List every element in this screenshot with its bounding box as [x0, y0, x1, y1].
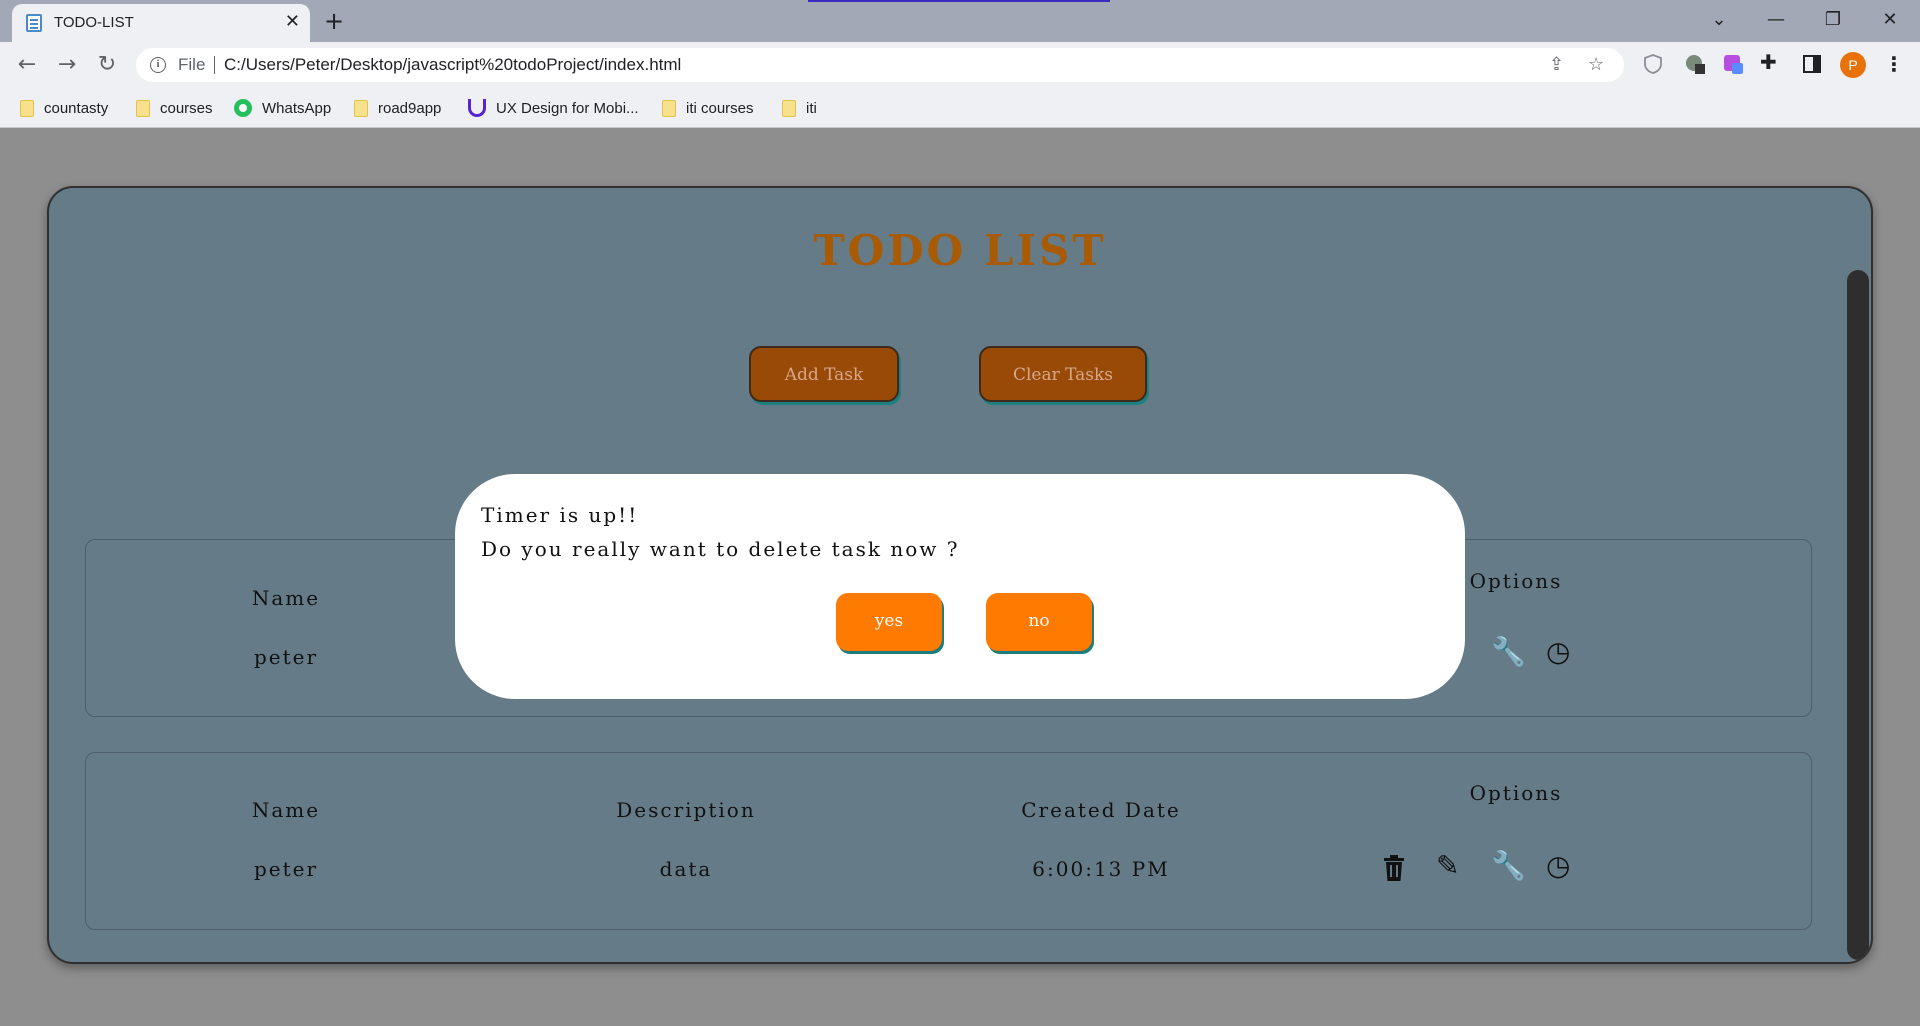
whatsapp-icon [234, 99, 252, 117]
name-header: Name [251, 586, 321, 610]
name-header: Name [251, 798, 321, 822]
options-header: Options [1469, 781, 1563, 805]
timer-clock-icon[interactable]: ◷ [1546, 637, 1570, 667]
bookmark-label: road9app [378, 99, 442, 117]
page-favicon-icon [26, 14, 42, 32]
bookmark-label: UX Design for Mobi... [496, 99, 639, 117]
modal-message-question: Do you really want to delete task now ? [481, 537, 960, 561]
tab-search-button[interactable]: ⌄ [1701, 6, 1737, 34]
created-date-header: Created Date [1021, 798, 1181, 822]
address-bar[interactable]: i File C:/Users/Peter/Desktop/javascript… [136, 48, 1624, 82]
udemy-icon [468, 99, 486, 117]
browser-tabbar: TODO-LIST ✕ + ⌄ — ❐ ✕ [0, 0, 1920, 42]
clear-tasks-button[interactable]: Clear Tasks [979, 346, 1147, 402]
wrench-icon[interactable]: 🔧 [1491, 637, 1526, 667]
tabbar-accent-line [808, 0, 1110, 2]
bookmark-iti-courses[interactable]: iti courses [662, 96, 754, 120]
bookmark-ux-design[interactable]: UX Design for Mobi... [468, 96, 639, 120]
task-name: peter [253, 857, 319, 881]
bookmark-countasty[interactable]: countasty [20, 96, 108, 120]
share-icon[interactable]: ⇪ [1549, 54, 1564, 76]
new-tab-button[interactable]: + [324, 6, 344, 36]
bookmark-label: iti [806, 99, 817, 117]
edit-icon[interactable]: ✎ [1436, 851, 1459, 881]
modal-message-timer: Timer is up!! [481, 503, 639, 527]
wrench-icon[interactable]: 🔧 [1491, 851, 1526, 881]
bookmark-iti[interactable]: iti [782, 96, 817, 120]
site-info-icon[interactable]: i [150, 57, 166, 73]
folder-icon [354, 99, 368, 117]
restore-button[interactable]: ❐ [1815, 6, 1851, 34]
bookmark-label: WhatsApp [262, 99, 332, 117]
app-title: TODO LIST [813, 226, 1107, 275]
task-row: Name Description Created Date Options pe… [85, 752, 1812, 930]
task-created-date: 6:00:13 PM [1032, 857, 1170, 881]
bookmark-courses[interactable]: courses [136, 96, 213, 120]
description-header: Description [616, 798, 756, 822]
delete-confirm-modal: Timer is up!! Do you really want to dele… [455, 474, 1465, 699]
bookmark-whatsapp[interactable]: WhatsApp [234, 96, 331, 120]
timer-clock-icon[interactable]: ◷ [1546, 851, 1570, 881]
folder-icon [662, 99, 676, 117]
url-text[interactable]: C:/Users/Peter/Desktop/javascript%20todo… [224, 55, 681, 75]
extensions-puzzle-icon[interactable]: ✚ [1760, 51, 1777, 73]
folder-icon [782, 99, 796, 117]
folder-icon [136, 99, 150, 117]
yes-button[interactable]: yes [836, 593, 942, 651]
scrollbar-thumb[interactable] [1847, 270, 1869, 960]
browser-tab[interactable]: TODO-LIST ✕ [12, 4, 310, 42]
page-viewport: TODO LIST Add Task Clear Tasks Name pete… [0, 129, 1920, 1026]
task-name: peter [253, 645, 319, 669]
shield-extension-icon[interactable] [1642, 53, 1664, 75]
bookmark-road9app[interactable]: road9app [354, 96, 441, 120]
profile-avatar[interactable]: P [1840, 52, 1866, 78]
bookmark-label: countasty [44, 99, 109, 117]
trash-icon[interactable] [1382, 854, 1406, 882]
minimize-button[interactable]: — [1758, 6, 1794, 34]
bookmarks-bar: countasty courses WhatsApp road9app UX D… [0, 88, 1920, 128]
browser-menu-icon[interactable]: ⋮ [1884, 50, 1904, 78]
no-button[interactable]: no [986, 593, 1092, 651]
globe-extension-icon[interactable] [1684, 53, 1706, 75]
url-scheme-label: File [178, 55, 206, 74]
url-separator [214, 56, 215, 74]
forward-arrow-icon[interactable]: → [52, 50, 82, 80]
back-arrow-icon[interactable]: ← [12, 50, 42, 80]
close-window-button[interactable]: ✕ [1872, 6, 1908, 34]
bookmark-star-icon[interactable]: ☆ [1588, 54, 1604, 76]
task-description: data [659, 857, 713, 881]
folder-icon [20, 99, 34, 117]
bookmark-label: iti courses [686, 99, 754, 117]
bookmark-label: courses [160, 99, 213, 117]
tab-close-icon[interactable]: ✕ [285, 11, 300, 33]
color-extension-icon[interactable] [1722, 53, 1744, 75]
side-panel-icon[interactable] [1801, 53, 1823, 75]
browser-toolbar: ← → ↻ i File C:/Users/Peter/Desktop/java… [0, 42, 1920, 88]
reload-icon[interactable]: ↻ [92, 50, 122, 80]
add-task-button[interactable]: Add Task [749, 346, 899, 402]
tab-title: TODO-LIST [54, 14, 134, 31]
